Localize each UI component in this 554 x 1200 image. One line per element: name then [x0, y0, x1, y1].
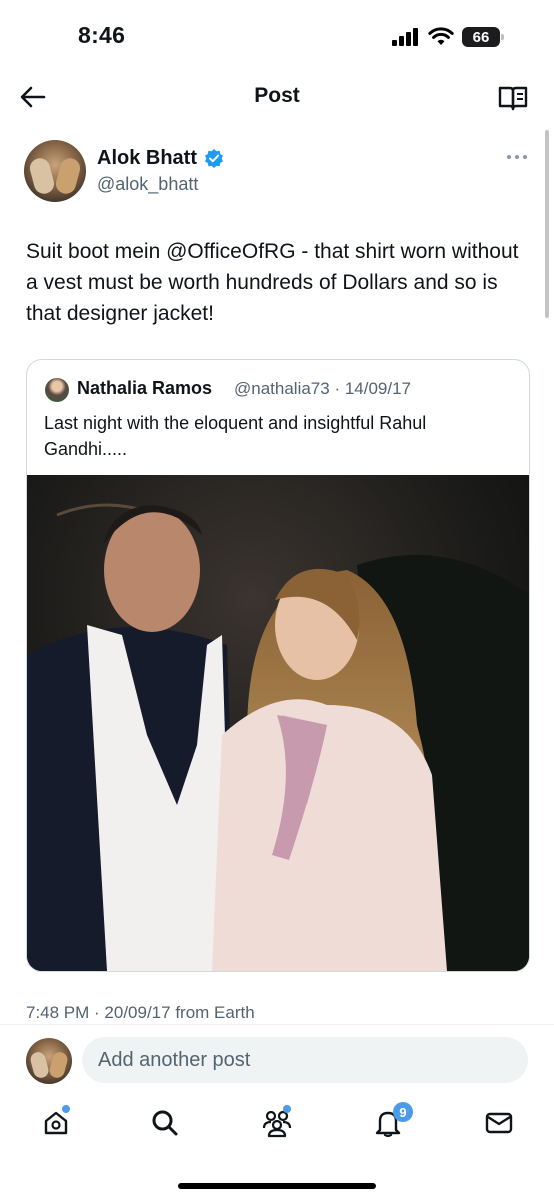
page-title: Post — [254, 84, 300, 107]
quoted-post-text: Last night with the eloquent and insight… — [44, 413, 427, 459]
divider — [0, 1024, 554, 1025]
author-handle[interactable]: @alok_bhatt — [97, 174, 198, 195]
reader-mode-button[interactable] — [497, 84, 529, 112]
quoted-author-name: Nathalia Ramos — [77, 378, 213, 398]
author-avatar[interactable] — [24, 140, 86, 202]
search-icon — [152, 1110, 178, 1136]
home-unread-dot — [62, 1105, 70, 1113]
home-icon — [44, 1111, 68, 1135]
author-name[interactable]: Alok Bhatt — [97, 147, 197, 170]
notifications-badge: 9 — [393, 1102, 413, 1122]
scrollbar[interactable] — [545, 130, 549, 318]
tab-search[interactable] — [148, 1106, 182, 1140]
quoted-author-meta: @nathalia73 · 14/09/17 — [234, 379, 411, 398]
reply-input[interactable]: Add another post — [82, 1037, 528, 1083]
status-time: 8:46 — [78, 22, 126, 48]
verified-badge-icon — [205, 149, 223, 168]
battery-indicator: 66 — [462, 27, 504, 47]
communities-unread-dot — [283, 1105, 291, 1113]
more-options-icon[interactable] — [506, 153, 528, 161]
tab-messages[interactable] — [482, 1106, 516, 1140]
current-user-avatar[interactable] — [26, 1038, 72, 1084]
messages-icon — [485, 1112, 513, 1134]
quoted-post-photo[interactable] — [27, 475, 529, 971]
quoted-author-avatar — [45, 378, 69, 402]
book-open-icon — [498, 86, 528, 111]
quoted-post-card[interactable]: Nathalia Ramos @nathalia73 · 14/09/17 La… — [26, 359, 530, 972]
wifi-icon — [428, 27, 454, 45]
post-timestamp: 7:48 PM · 20/09/17 from Earth — [26, 1003, 255, 1022]
post-text: Suit boot mein @OfficeOfRG - that shirt … — [26, 240, 519, 325]
home-indicator[interactable] — [178, 1183, 376, 1189]
status-icons: 66 — [392, 24, 504, 50]
signal-icon — [392, 28, 418, 46]
